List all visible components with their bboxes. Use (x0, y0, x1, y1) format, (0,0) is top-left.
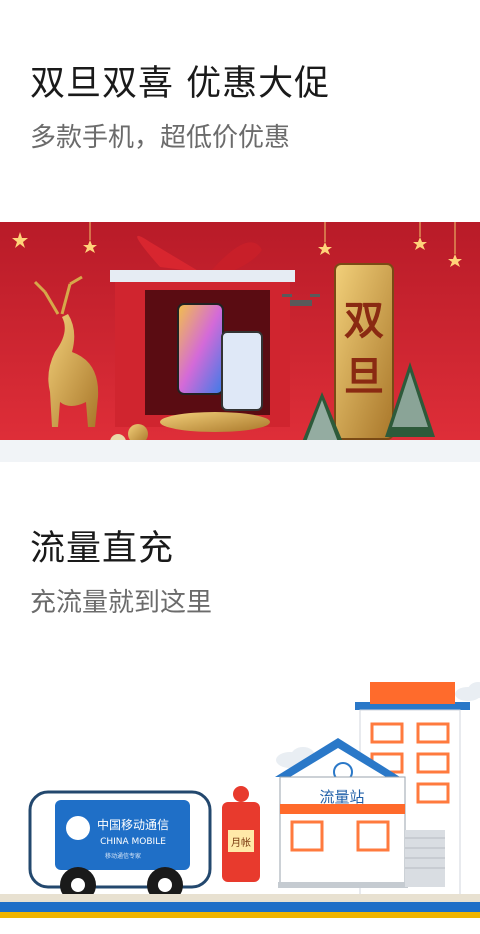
promo-subtitle: 多款手机，超低价优惠 (30, 123, 291, 153)
badge-text-decor: 双 旦 (334, 263, 394, 440)
traffic-illustration[interactable]: 流量站 月帐 中国移动通信 CHINA MOBILE 移动通信专家 (0, 652, 480, 934)
phone-brand-cn: 中国移动通信 (97, 817, 169, 832)
svg-text:双: 双 (344, 298, 384, 344)
phone-slogan: 移动通信专家 (105, 852, 141, 860)
traffic-subtitle: 充流量就到这里 (30, 588, 213, 618)
promo-banner-image: 双 旦 (0, 222, 480, 462)
promo-section[interactable]: 双旦双喜 优惠大促 多款手机，超低价优惠 (0, 0, 480, 222)
traffic-illustration-image: 流量站 月帐 中国移动通信 CHINA MOBILE 移动通信专家 (0, 682, 480, 918)
promo-title: 双旦双喜 优惠大促 (30, 64, 331, 104)
traffic-section[interactable]: 流量直充 充流量就到这里 (0, 462, 480, 652)
phone-car-icon: 中国移动通信 CHINA MOBILE 移动通信专家 (28, 790, 212, 903)
promo-banner[interactable]: 双 旦 (0, 222, 480, 462)
station-label: 流量站 (319, 788, 364, 806)
traffic-title: 流量直充 (30, 529, 175, 569)
svg-text:旦: 旦 (344, 354, 384, 400)
pump-label: 月帐 (231, 836, 251, 849)
phone-brand-en: CHINA MOBILE (100, 837, 166, 847)
